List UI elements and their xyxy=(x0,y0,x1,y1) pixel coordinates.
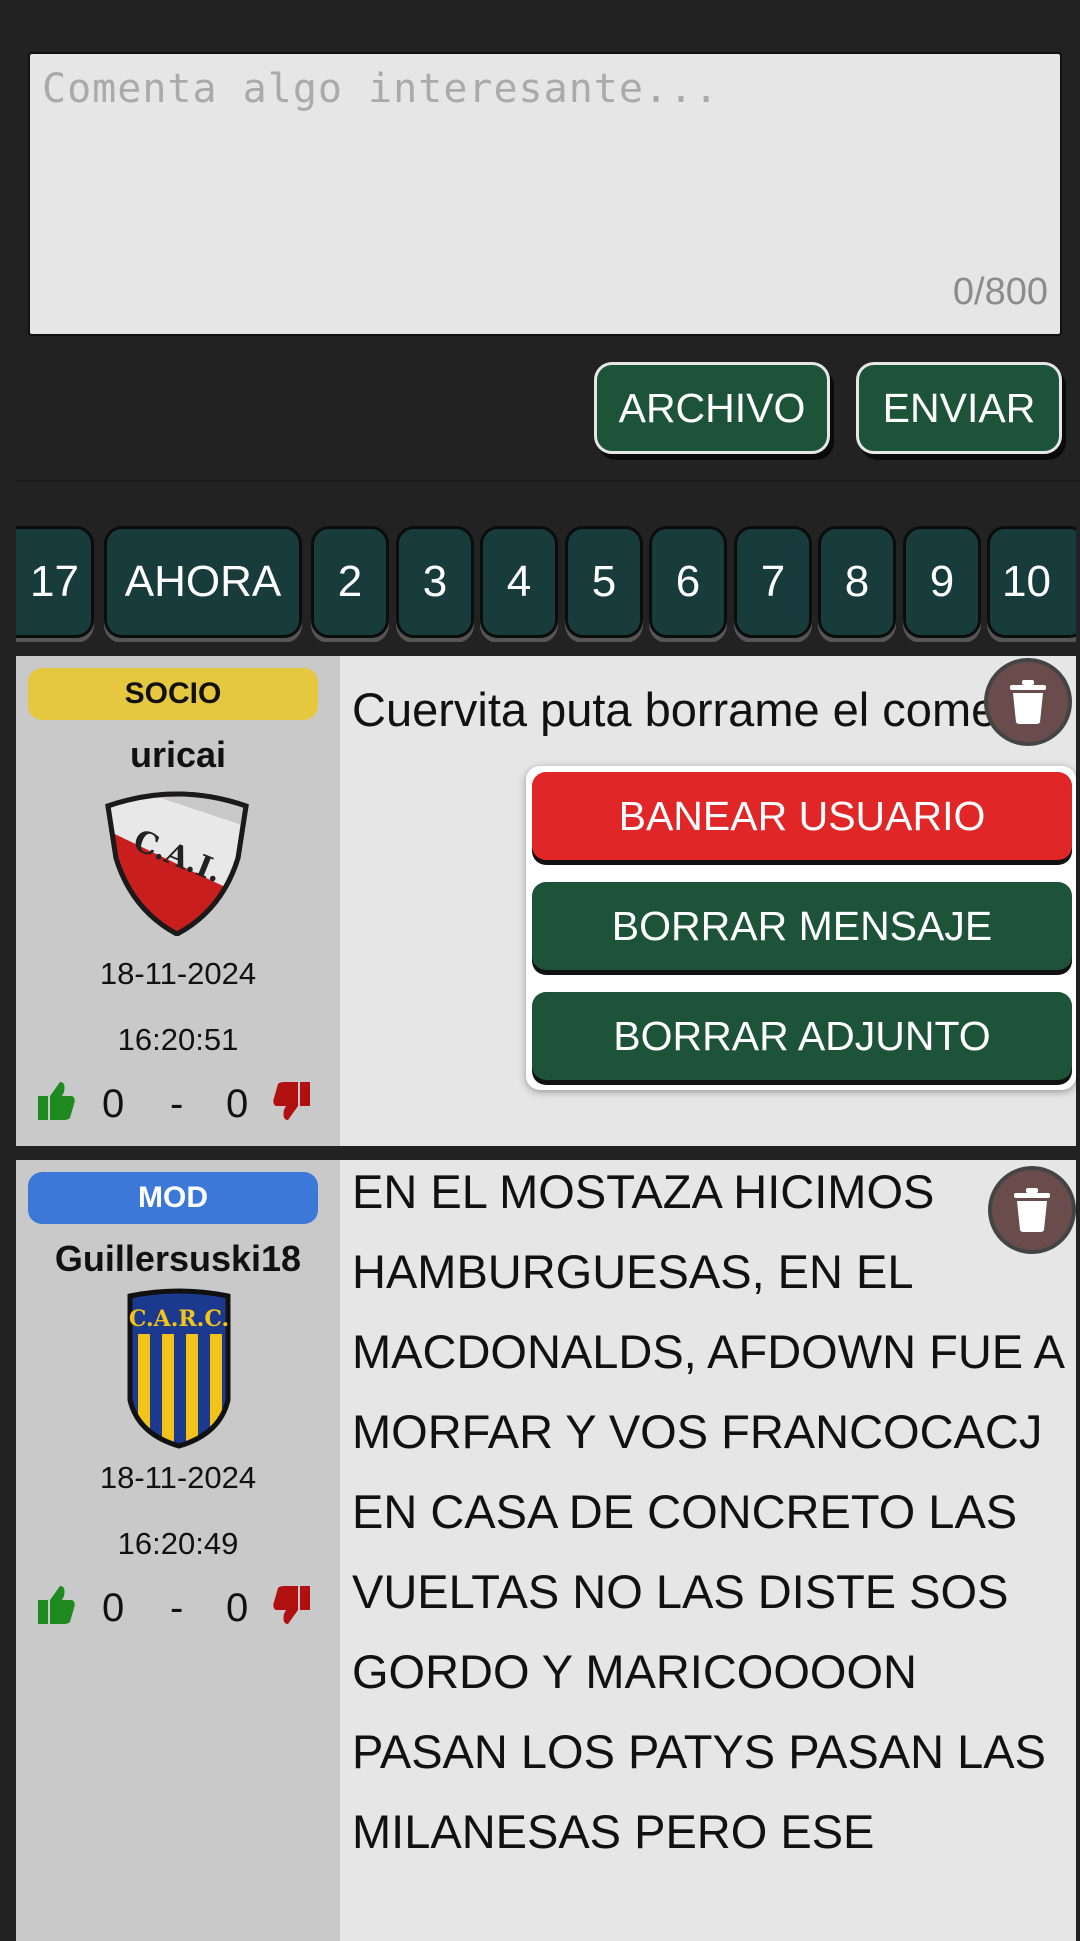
trash-icon xyxy=(1014,1188,1050,1232)
page-button-3[interactable]: 3 xyxy=(396,526,474,638)
page-button-4[interactable]: 4 xyxy=(480,526,558,638)
page-button-6[interactable]: 6 xyxy=(649,526,727,638)
thumbs-down-icon[interactable] xyxy=(272,1080,312,1122)
moderation-menu: BANEAR USUARIO BORRAR MENSAJE BORRAR ADJ… xyxy=(526,766,1076,1090)
thumbs-up-icon[interactable] xyxy=(36,1080,76,1122)
svg-text:C.A.R.C.: C.A.R.C. xyxy=(129,1306,229,1332)
comment-text: Cuervita puta borrame el coment xyxy=(352,683,1037,736)
like-count: 0 xyxy=(102,1586,125,1630)
page-button-5[interactable]: 5 xyxy=(565,526,643,638)
comment-time: 16:20:49 xyxy=(117,1526,239,1561)
comment-author-panel: MOD Guillersuski18 C.A.R.C. 18-11-2024 1… xyxy=(16,1160,340,1941)
comment-text: EN EL MOSTAZA HICIMOS HAMBURGUESAS, EN E… xyxy=(352,1165,1063,1858)
vote-row: 0 - 0 xyxy=(16,1080,340,1130)
vote-separator: - xyxy=(170,1586,184,1630)
attach-file-button[interactable]: ARCHIVO xyxy=(594,362,830,454)
like-count: 0 xyxy=(102,1082,125,1126)
comment-author-panel: SOCIO uricai C.A.I. 18-11-2024 16:20:51 … xyxy=(16,656,340,1146)
vote-row: 0 - 0 xyxy=(16,1584,340,1634)
pagination: 17 AHORA 2 3 4 5 6 7 8 9 10 xyxy=(16,526,1076,642)
comment-date: 18-11-2024 xyxy=(99,1460,257,1495)
thumbs-up-icon[interactable] xyxy=(36,1584,76,1626)
username[interactable]: uricai xyxy=(16,734,340,776)
club-crest-icon: C.A.I. xyxy=(105,791,249,936)
send-button[interactable]: ENVIAR xyxy=(856,362,1062,454)
comment-textarea[interactable]: Comenta algo interesante... xyxy=(42,66,1048,266)
vote-separator: - xyxy=(170,1082,184,1126)
page-button-7[interactable]: 7 xyxy=(734,526,812,638)
page-button-now[interactable]: AHORA xyxy=(104,526,302,638)
delete-attachment-button[interactable]: BORRAR ADJUNTO xyxy=(532,992,1072,1080)
delete-comment-button[interactable] xyxy=(984,658,1072,746)
username[interactable]: Guillersuski18 xyxy=(16,1238,340,1280)
dislike-count: 0 xyxy=(226,1082,249,1126)
page-button-8[interactable]: 8 xyxy=(818,526,896,638)
divider xyxy=(16,480,1080,482)
comment-composer[interactable]: Comenta algo interesante... 0/800 xyxy=(28,52,1062,336)
comment-item: MOD Guillersuski18 C.A.R.C. 18-11-2024 1… xyxy=(16,1160,1076,1941)
comment-divider xyxy=(16,1146,1076,1160)
char-counter: 0/800 xyxy=(952,271,1048,313)
page-button-17[interactable]: 17 xyxy=(16,526,94,638)
role-badge: SOCIO xyxy=(28,668,318,720)
ban-user-button[interactable]: BANEAR USUARIO xyxy=(532,772,1072,860)
page-button-10[interactable]: 10 xyxy=(987,526,1076,638)
page-button-2[interactable]: 2 xyxy=(311,526,389,638)
trash-icon xyxy=(1010,680,1046,724)
page-button-9[interactable]: 9 xyxy=(903,526,981,638)
delete-message-button[interactable]: BORRAR MENSAJE xyxy=(532,882,1072,970)
club-crest-icon: C.A.R.C. xyxy=(127,1288,231,1449)
comment-date: 18-11-2024 xyxy=(99,956,257,991)
comment-time: 16:20:51 xyxy=(117,1022,239,1057)
delete-comment-button[interactable] xyxy=(988,1166,1076,1254)
dislike-count: 0 xyxy=(226,1586,249,1630)
role-badge: MOD xyxy=(28,1172,318,1224)
thumbs-down-icon[interactable] xyxy=(272,1584,312,1626)
